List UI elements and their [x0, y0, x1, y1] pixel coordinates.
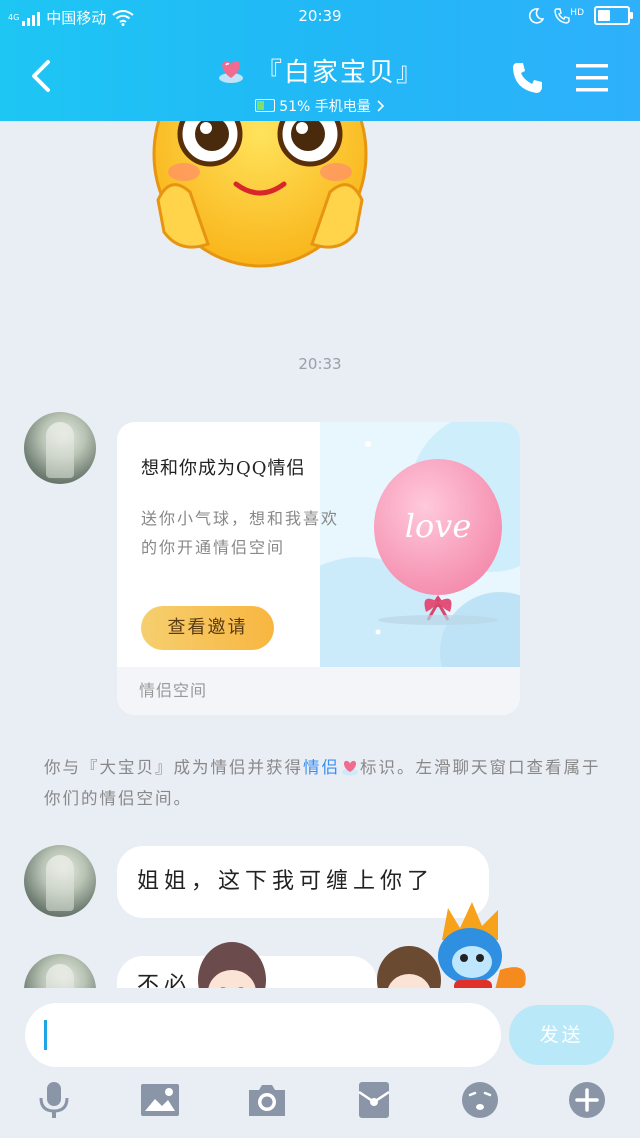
- time-separator: 20:33: [298, 355, 342, 373]
- plus-icon[interactable]: [567, 1080, 607, 1120]
- moon-icon: [529, 7, 545, 24]
- text-cursor: [44, 1020, 47, 1050]
- send-button[interactable]: 发送: [509, 1005, 614, 1065]
- invite-card-footer: 情侣空间: [117, 667, 520, 715]
- input-bar: 发送: [0, 988, 640, 1138]
- system-message-prefix: 你与『大宝贝』成为情侣并获得: [44, 758, 303, 777]
- contact-name: 『白家宝贝』: [255, 58, 424, 88]
- microphone-icon[interactable]: [34, 1080, 74, 1120]
- status-right: HD: [528, 6, 633, 25]
- avatar[interactable]: [24, 845, 96, 917]
- balloon-illustration: love: [320, 422, 520, 667]
- chat-title[interactable]: 『白家宝贝』: [216, 52, 424, 89]
- chevron-right-icon: [377, 99, 384, 112]
- menu-icon[interactable]: [572, 58, 612, 98]
- balloon-text: love: [405, 507, 472, 545]
- status-bar: 4G 中国移动 20:39 HD: [0, 0, 640, 34]
- couple-invite-card[interactable]: love 想和你成为QQ情侣 送你小气球，想和我喜欢的你开通情侣空间 查看邀请 …: [117, 422, 520, 715]
- couple-link[interactable]: 情侣: [303, 758, 340, 777]
- hd-call-indicator: HD: [554, 8, 584, 24]
- chat-header: 4G 中国移动 20:39 HD 『白家宝贝』 51% 手机电量: [0, 0, 640, 121]
- view-invite-button[interactable]: 查看邀请: [141, 606, 274, 650]
- red-packet-icon[interactable]: [354, 1080, 394, 1120]
- phone-status-icon: [554, 7, 570, 24]
- emoji-icon[interactable]: [460, 1080, 500, 1120]
- battery-share-indicator[interactable]: 51% 手机电量: [255, 96, 385, 116]
- battery-icon: [594, 6, 633, 25]
- message-input[interactable]: [25, 1003, 501, 1067]
- couple-heart-icon: [342, 760, 358, 776]
- couple-heart-icon: [218, 60, 243, 83]
- avatar[interactable]: [24, 412, 96, 484]
- image-icon[interactable]: [140, 1080, 180, 1120]
- battery-small-icon: [255, 99, 276, 112]
- invite-description: 送你小气球，想和我喜欢的你开通情侣空间: [141, 509, 340, 557]
- phone-call-icon[interactable]: [508, 58, 548, 98]
- battery-level: [598, 10, 611, 21]
- battery-small-level: [257, 101, 265, 110]
- camera-icon[interactable]: [247, 1080, 287, 1120]
- battery-text: 51% 手机电量: [279, 98, 371, 115]
- invite-title: 想和你成为QQ情侣: [141, 458, 306, 479]
- shy-face-sticker[interactable]: [150, 104, 370, 274]
- hd-label: HD: [570, 7, 584, 18]
- system-message: 你与『大宝贝』成为情侣并获得情侣 标识。左滑聊天窗口查看属于你们的情侣空间。: [44, 752, 604, 814]
